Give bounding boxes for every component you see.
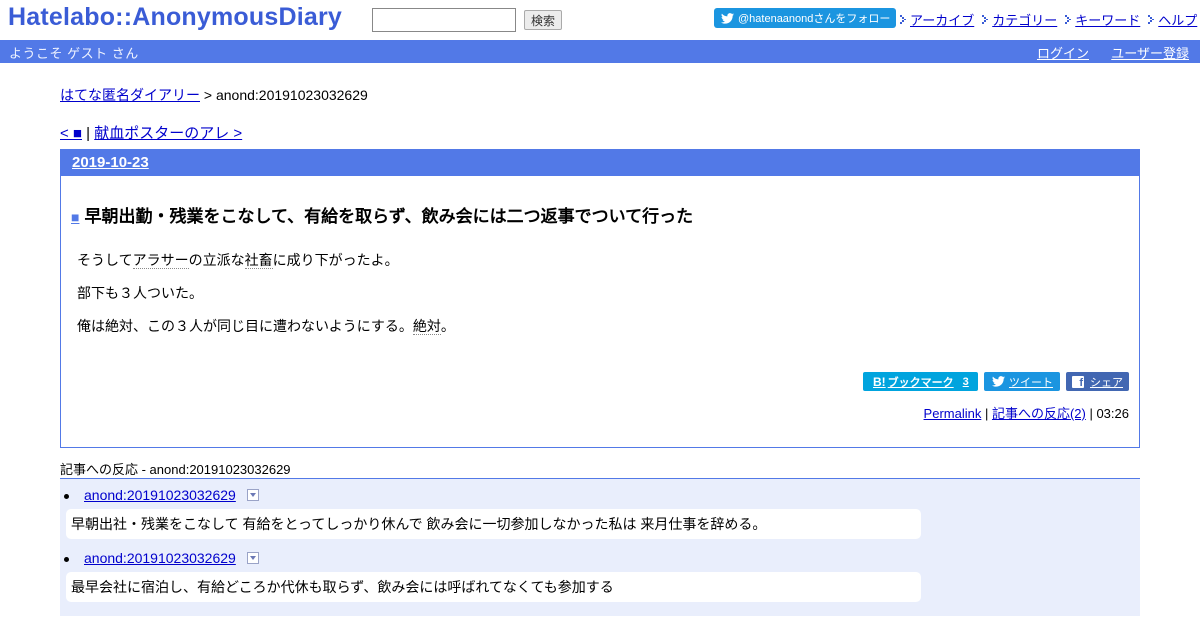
nav-link-category[interactable]: カテゴリー: [992, 10, 1057, 29]
nav-link-keyword[interactable]: キーワード: [1075, 10, 1140, 29]
entry-text: の立派な: [188, 252, 245, 268]
entry-footer: Permalink | 記事への反応(2) | 03:26: [924, 403, 1129, 422]
nav-link-help[interactable]: ヘルプ: [1158, 10, 1197, 29]
pager-separator: |: [82, 125, 95, 142]
twitter-bird-icon: [721, 12, 734, 24]
dotted-arrow-icon: [900, 14, 906, 24]
nav-archive: アーカイブ: [900, 10, 974, 29]
entry-text: そうして: [77, 252, 133, 268]
site-header: Hatelabo::AnonymousDiary 検索 @hatenaanond…: [0, 0, 1200, 40]
footer-separator: |: [981, 406, 992, 421]
entry-pager: < ■ | 献血ポスターのアレ >: [60, 122, 242, 143]
entry-paragraph: 部下も３人ついた。: [77, 285, 203, 301]
entry-body: そうしてアラサーの立派な社畜に成り下がったよ。 部下も３人ついた。 俺は絶対、こ…: [77, 252, 455, 351]
entry-title-text: 早朝出勤・残業をこなして、有給を取らず、飲み会には二つ返事でついて行った: [84, 207, 694, 226]
search-input[interactable]: [372, 8, 516, 32]
reaction-link[interactable]: anond:20191023032629: [84, 487, 236, 503]
dotted-arrow-icon: [1065, 14, 1072, 24]
breadcrumb: はてな匿名ダイアリー > anond:20191023032629: [60, 85, 368, 105]
reactions-count-link[interactable]: 記事への反応(2): [992, 406, 1086, 421]
welcome-greeting: ようこそ ゲスト さん: [9, 46, 139, 61]
site-logo[interactable]: Hatelabo::AnonymousDiary: [8, 3, 342, 32]
twitter-bird-icon: [992, 376, 1005, 387]
entry-text: 。: [440, 318, 455, 334]
breadcrumb-separator: >: [200, 87, 216, 103]
twitter-follow-label: @hatenaanondさんをフォロー: [738, 13, 891, 25]
nav-help: ヘルプ: [1148, 10, 1197, 29]
dotted-arrow-icon: [982, 14, 989, 24]
dropdown-triangle-icon: [250, 556, 256, 560]
search-button[interactable]: 検索: [524, 10, 562, 30]
bookmark-count: 3: [962, 375, 969, 388]
breadcrumb-current: anond:20191023032629: [215, 87, 368, 103]
entry-paragraph: 俺は絶対、この３人が同じ目に遭わないようにする。絶対。: [77, 318, 455, 335]
breadcrumb-home-link[interactable]: はてな匿名ダイアリー: [60, 87, 200, 103]
reaction-body: 最早会社に宿泊し、有給どころか代休も取らず、飲み会には呼ばれてなくても参加する: [66, 572, 921, 602]
nav-category: カテゴリー: [982, 10, 1057, 29]
day-header: 2019-10-23: [61, 150, 1139, 176]
reaction-body: 早朝出社・残業をこなして 有給をとってしっかり休んで 飲み会に一切参加しなかった…: [66, 509, 921, 539]
nav-link-archive[interactable]: アーカイブ: [910, 10, 974, 29]
welcome-bar: ようこそ ゲスト さん ログイン ユーザー登録: [0, 40, 1200, 63]
reaction-menu-button[interactable]: [247, 489, 259, 501]
footer-separator: |: [1085, 406, 1097, 421]
entry-title: ■ 早朝出勤・残業をこなして、有給を取らず、飲み会には二つ返事でついて行った: [71, 202, 693, 227]
reaction-menu-button[interactable]: [247, 552, 259, 564]
hatena-bookmark-icon: B!: [873, 374, 886, 389]
entry-text: に成り下がったよ。: [272, 252, 399, 268]
twitter-follow-button[interactable]: @hatenaanondさんをフォロー: [714, 8, 896, 28]
header-nav: アーカイブ カテゴリー キーワード ヘルプ: [900, 10, 1197, 28]
entry-title-marker[interactable]: ■: [71, 209, 79, 225]
dotted-arrow-icon: [1148, 14, 1155, 24]
entry-paragraph: そうしてアラサーの立派な社畜に成り下がったよ。: [77, 252, 455, 269]
nav-keyword: キーワード: [1065, 10, 1140, 29]
bookmark-label: ブックマーク: [887, 376, 954, 389]
keyword-link[interactable]: アラサー: [132, 252, 189, 269]
reactions-list: anond:20191023032629 早朝出社・残業をこなして 有給をとって…: [60, 478, 1140, 616]
login-link[interactable]: ログイン: [1037, 43, 1089, 62]
facebook-share-label: シェア: [1090, 376, 1123, 389]
share-bar: B! ブックマーク 3 ツイート f シェア: [857, 372, 1129, 391]
hatena-bookmark-button[interactable]: B! ブックマーク 3: [863, 372, 978, 391]
dropdown-triangle-icon: [250, 493, 256, 497]
next-entry-link[interactable]: 献血ポスターのアレ >: [94, 125, 242, 142]
entry-text: 俺は絶対、この３人が同じ目に遭わないようにする。: [77, 318, 413, 334]
list-bullet: [64, 557, 69, 562]
prev-entry-link[interactable]: < ■: [60, 125, 82, 142]
register-link[interactable]: ユーザー登録: [1111, 43, 1189, 62]
reaction-link[interactable]: anond:20191023032629: [84, 550, 236, 566]
entry-time: 03:26: [1096, 406, 1129, 421]
facebook-share-button[interactable]: f シェア: [1066, 372, 1129, 391]
tweet-button[interactable]: ツイート: [984, 372, 1060, 391]
tweet-label: ツイート: [1009, 376, 1053, 389]
day-date-link[interactable]: 2019-10-23: [72, 154, 149, 171]
day-section: 2019-10-23 ■ 早朝出勤・残業をこなして、有給を取らず、飲み会には二つ返…: [60, 149, 1140, 448]
permalink-link[interactable]: Permalink: [924, 406, 982, 421]
reactions-heading: 記事への反応 - anond:20191023032629: [60, 462, 291, 477]
facebook-f-icon: f: [1072, 375, 1084, 388]
list-bullet: [64, 494, 69, 499]
keyword-link[interactable]: 絶対: [412, 318, 441, 335]
keyword-link[interactable]: 社畜: [244, 252, 273, 269]
